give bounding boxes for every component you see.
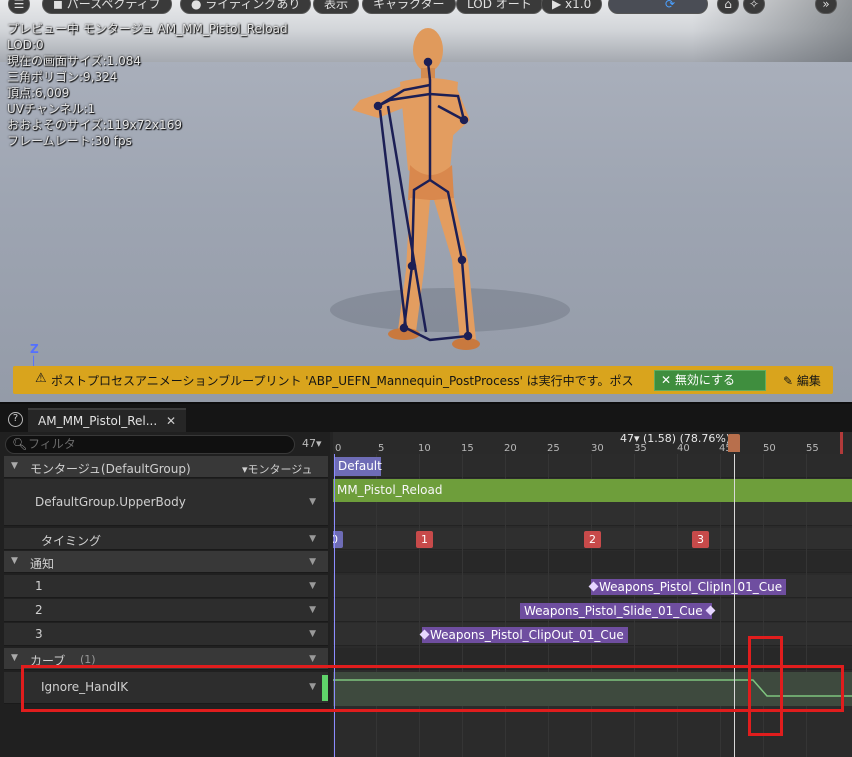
lighting-label: ライティングあり xyxy=(205,0,301,11)
stats-framerate: フレームレート:30 fps xyxy=(7,134,132,148)
viewport-stats: プレビュー中 モンタージュ AM_MM_Pistol_Reload LOD:0 … xyxy=(7,21,288,149)
montage-menu[interactable]: ▾モンタージュ xyxy=(242,461,313,477)
figure-shadow xyxy=(330,288,570,332)
notify-header-row[interactable]: ▼ 通知 ▼ xyxy=(4,551,328,573)
disable-label: 無効にする xyxy=(674,373,735,387)
chevron-down-icon[interactable]: ▼ xyxy=(309,629,316,639)
montage-header-label: モンタージュ(DefaultGroup) xyxy=(30,462,191,476)
notify-clipin[interactable]: Weapons_Pistol_ClipIn_01_Cue xyxy=(588,579,787,595)
mannequin-figure[interactable] xyxy=(330,10,570,370)
joint-knee-l xyxy=(407,261,417,271)
joint-knee-r xyxy=(457,255,467,265)
help-icon[interactable]: ? xyxy=(8,412,23,427)
joint-head xyxy=(423,57,433,67)
tick-label: 15 xyxy=(461,443,474,454)
perspective-label: パースペクティブ xyxy=(66,0,161,11)
tick-label: 55 xyxy=(806,443,819,454)
notify-row[interactable]: 3 ▼ xyxy=(4,623,328,646)
frame-count[interactable]: 47▾ xyxy=(302,437,322,450)
section-default[interactable]: Default xyxy=(335,457,382,476)
asset-tab[interactable]: AM_MM_Pistol_Rel... ✕ xyxy=(28,408,186,434)
stats-preview: プレビュー中 モンタージュ AM_MM_Pistol_Reload xyxy=(7,22,288,36)
montage-tracks-panel: 🔍︎ フィルタ 47▾ ▼ モンタージュ(DefaultGroup) ▾モンター… xyxy=(0,432,852,757)
refresh-icon[interactable]: ⟳ xyxy=(665,0,675,13)
stats-vertices: 頂点:6,009 xyxy=(7,86,70,100)
chevron-down-icon[interactable]: ▼ xyxy=(309,605,316,615)
chevron-down-icon[interactable]: ▼ xyxy=(309,581,316,591)
notify-header-lane xyxy=(333,551,852,573)
tick-label: 5 xyxy=(378,443,385,454)
timing-marker[interactable]: 2 xyxy=(584,531,601,548)
filter-placeholder: フィルタ xyxy=(28,437,76,451)
highlight-box xyxy=(748,636,783,736)
notify-row[interactable]: 1 ▼ xyxy=(4,575,328,598)
joint-foot-l xyxy=(399,323,409,333)
warning-text: ポストプロセスアニメーションブループリント 'ABP_UEFN_Mannequi… xyxy=(51,374,634,388)
joint-hand-l xyxy=(373,101,383,111)
montage-header-row[interactable]: ▼ モンタージュ(DefaultGroup) ▾モンタージュ xyxy=(4,456,328,478)
lighting-button[interactable]: ● ライティングあり xyxy=(180,0,312,14)
tick-label: 50 xyxy=(763,443,776,454)
stats-approx-size: おおよそのサイズ:119x72x169 xyxy=(7,118,182,132)
notify-diamond xyxy=(588,581,599,592)
slot-row[interactable]: DefaultGroup.UpperBody ▼ xyxy=(4,479,328,526)
timing-marker[interactable]: 1 xyxy=(416,531,433,548)
timing-label: タイミング xyxy=(41,534,102,548)
edit-button[interactable]: ✎ 編集 xyxy=(783,372,821,389)
notify-clipout[interactable]: Weapons_Pistol_ClipOut_01_Cue xyxy=(419,627,628,643)
chevron-down-icon[interactable]: ▼ xyxy=(309,654,316,664)
tick-label: 0 xyxy=(335,443,342,454)
figure-right-foot xyxy=(452,338,480,350)
stats-triangles: 三角ポリゴン:9,324 xyxy=(7,70,118,84)
montage-segment[interactable]: MM_Pistol_Reload xyxy=(333,479,852,502)
warning-icon: ⚠ xyxy=(35,371,47,386)
section-lane xyxy=(333,456,852,478)
end-marker[interactable] xyxy=(840,432,843,454)
stats-screen-size: 現在の画面サイズ:1.084 xyxy=(7,54,142,68)
tick-label: 20 xyxy=(504,443,517,454)
time-ruler[interactable]: 0 5 10 15 20 25 30 35 40 45 50 55 47▾ (1… xyxy=(333,432,852,454)
chevron-down-icon[interactable]: ▼ xyxy=(309,497,316,507)
edit-label: 編集 xyxy=(796,374,821,388)
viewport[interactable]: ☰ ◼ パースペクティブ ● ライティングあり 表示 キャラクター LOD オー… xyxy=(0,0,852,402)
slot-name: DefaultGroup.UpperBody xyxy=(35,495,186,509)
timing-marker[interactable]: 3 xyxy=(692,531,709,548)
tick-label: 10 xyxy=(418,443,431,454)
tick-label: 30 xyxy=(591,443,604,454)
warning-bar: ⚠ ポストプロセスアニメーションブループリント 'ABP_UEFN_Manneq… xyxy=(13,366,833,394)
notify-row[interactable]: 2 ▼ xyxy=(4,599,328,622)
collapse-icon[interactable]: ▼ xyxy=(11,653,18,663)
chevron-down-icon[interactable]: ▼ xyxy=(309,534,316,544)
collapse-icon[interactable]: ▼ xyxy=(11,461,18,471)
asset-tab-strip: ? AM_MM_Pistol_Rel... ✕ xyxy=(0,402,852,434)
tick-label: 25 xyxy=(547,443,560,454)
highlight-box xyxy=(21,665,844,712)
close-icon[interactable]: ✕ xyxy=(166,410,176,432)
notify-clipout-label: Weapons_Pistol_ClipOut_01_Cue xyxy=(430,628,624,642)
notify-diamond xyxy=(419,629,430,640)
timing-row[interactable]: タイミング ▼ xyxy=(4,528,328,550)
stats-uv-channels: UVチャンネル:1 xyxy=(7,102,96,116)
stats-lod: LOD:0 xyxy=(7,38,44,52)
notify-row-label: 1 xyxy=(35,579,43,593)
notify-slide-label: Weapons_Pistol_Slide_01_Cue xyxy=(524,604,703,618)
search-icon: 🔍︎ xyxy=(12,437,28,451)
scrub-handle[interactable] xyxy=(728,434,740,452)
perspective-button[interactable]: ◼ パースペクティブ xyxy=(42,0,172,14)
notify-clipin-label: Weapons_Pistol_ClipIn_01_Cue xyxy=(599,580,783,594)
view-mode-group[interactable]: ⟳ xyxy=(608,0,708,14)
scrub-position-text: 47▾ (1.58) (78.76%) xyxy=(620,432,731,445)
notify-header-label: 通知 xyxy=(30,557,55,571)
joint-foot-r xyxy=(463,331,473,341)
joint-elbow-r xyxy=(459,115,469,125)
notify-row-label: 2 xyxy=(35,603,43,617)
disable-button[interactable]: ✕ 無効にする xyxy=(654,370,766,391)
asset-tab-label: AM_MM_Pistol_Rel... xyxy=(38,414,158,428)
notify-row-label: 3 xyxy=(35,627,43,641)
collapse-icon[interactable]: ▼ xyxy=(11,556,18,566)
filter-input[interactable]: 🔍︎ フィルタ xyxy=(5,435,295,454)
notify-slide[interactable]: Weapons_Pistol_Slide_01_Cue xyxy=(520,603,716,619)
chevron-down-icon[interactable]: ▼ xyxy=(309,557,316,567)
